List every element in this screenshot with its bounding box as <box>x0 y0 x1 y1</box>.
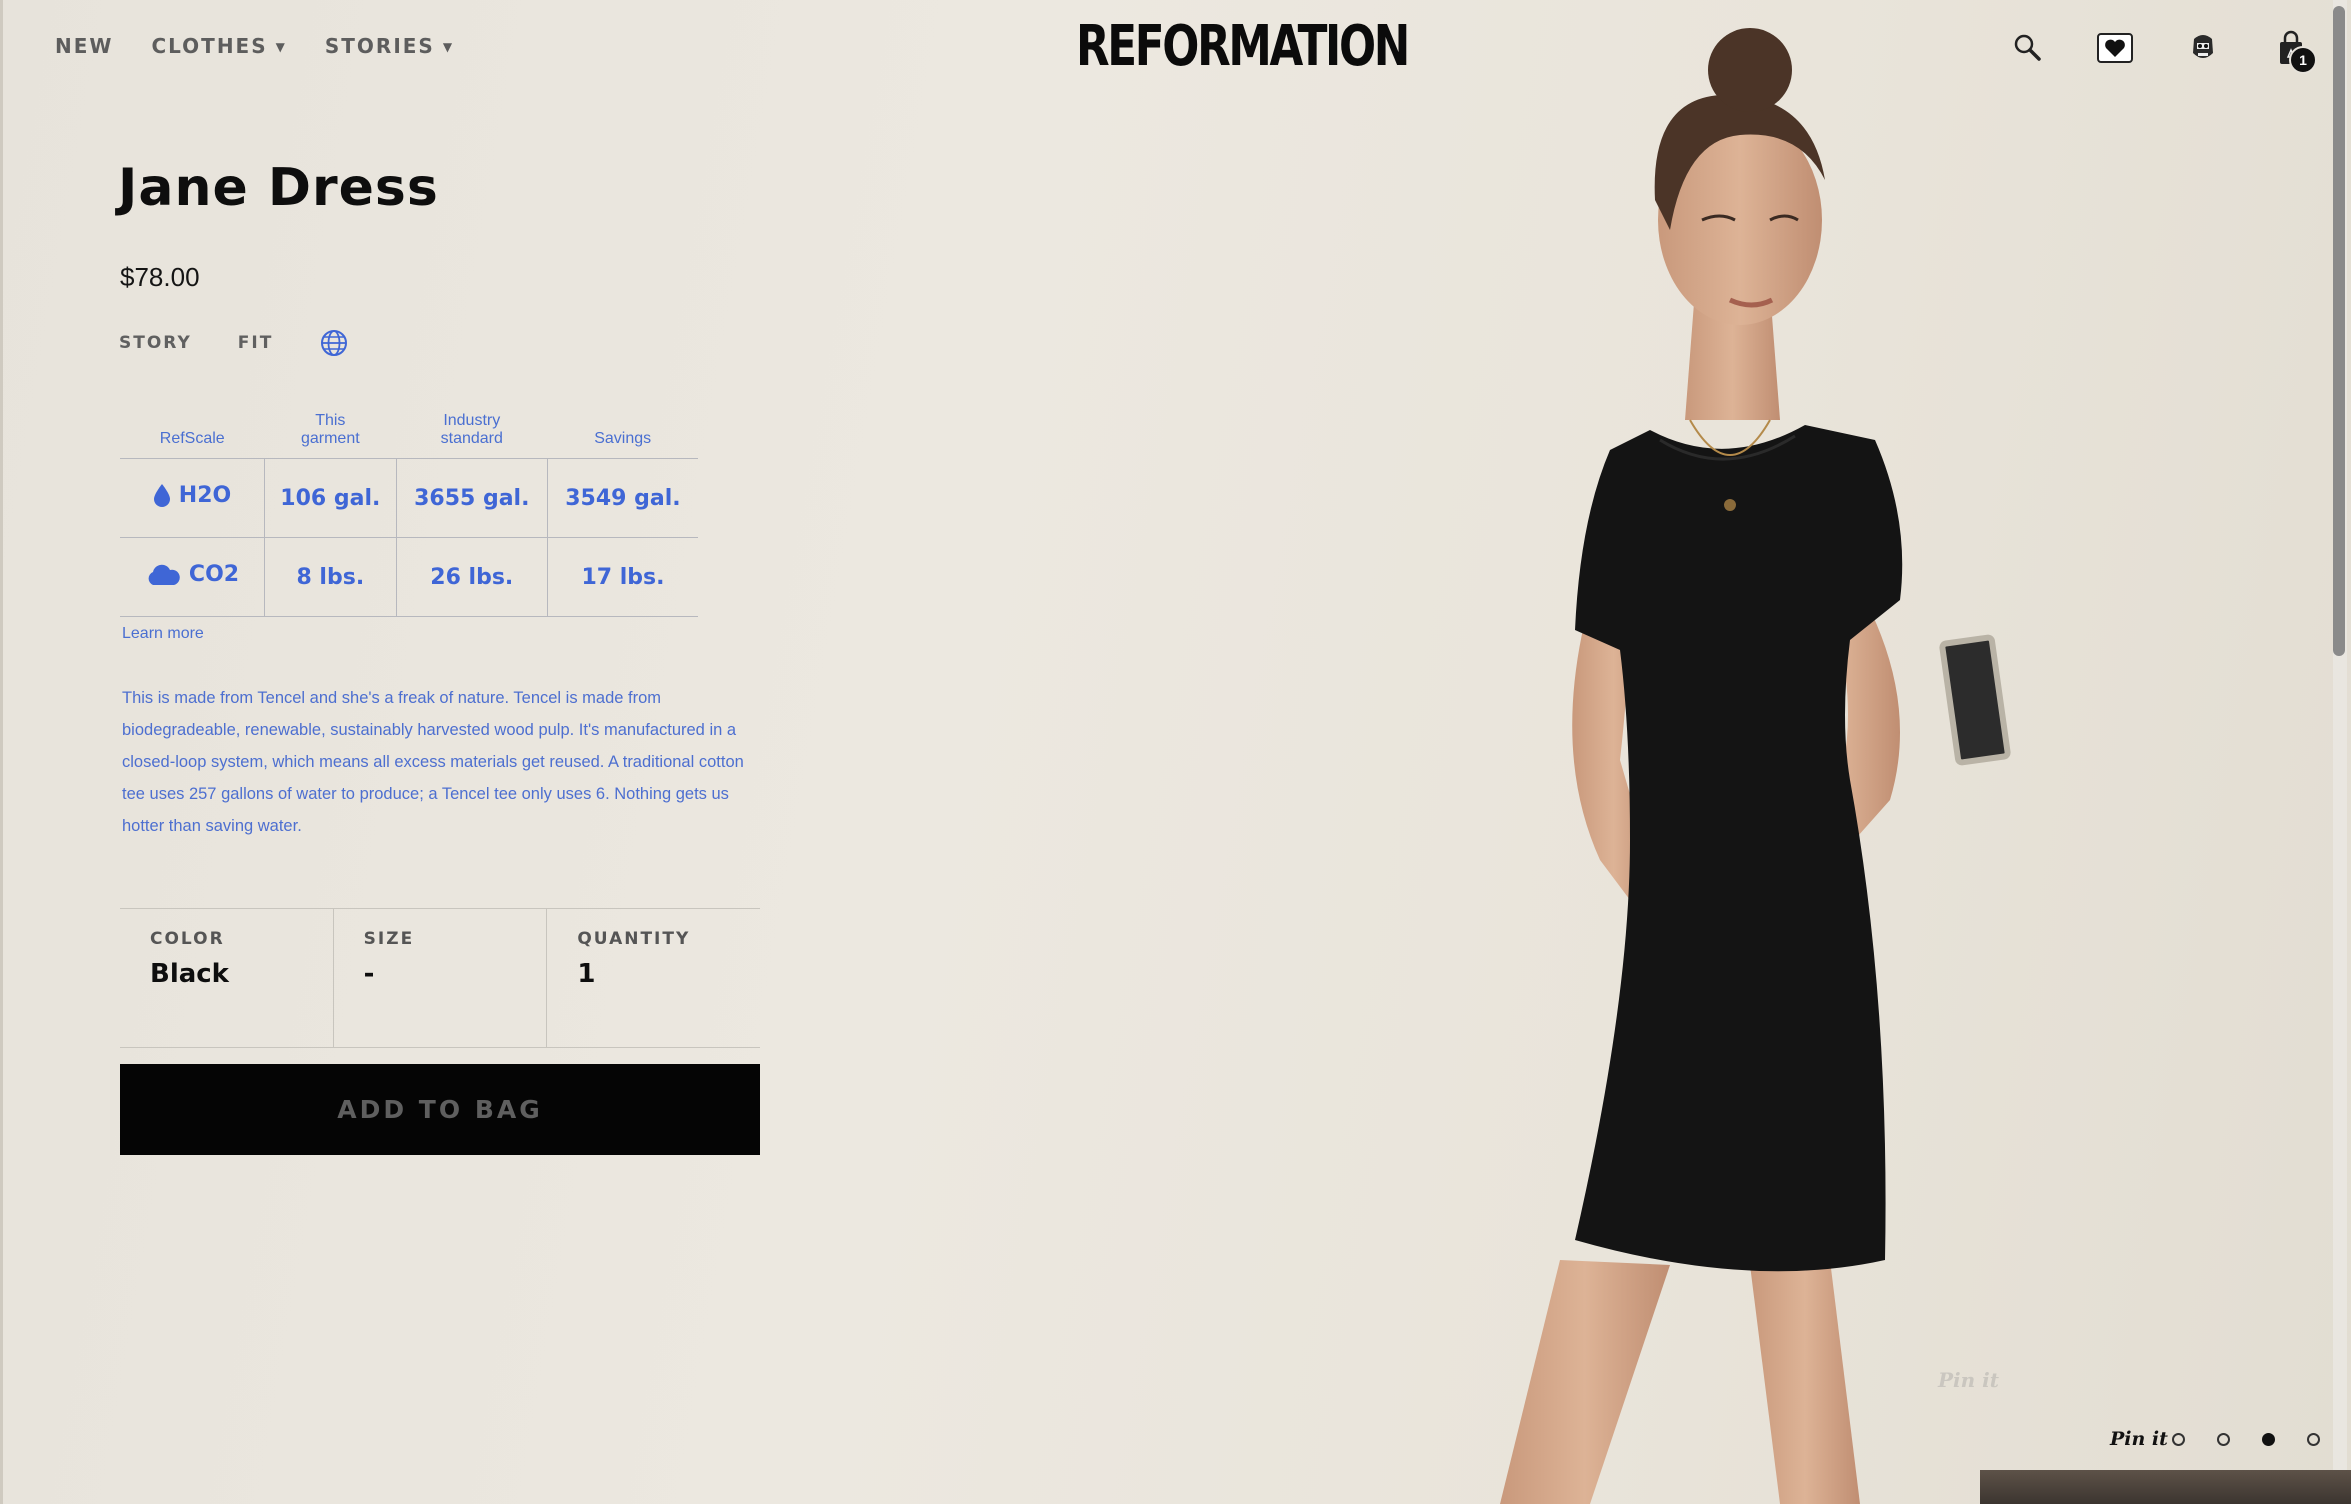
bag-icon[interactable]: 1 <box>2271 28 2317 74</box>
pin-it-overlay[interactable]: Pin it <box>1938 1368 1999 1392</box>
add-to-bag-button[interactable]: ADD TO BAG <box>120 1064 760 1155</box>
quantity-selector[interactable]: QUANTITY 1 <box>546 909 760 1047</box>
cloud-icon <box>148 564 180 585</box>
quantity-value: 1 <box>577 959 596 989</box>
pin-it-button[interactable]: Pin it <box>2110 1428 2168 1450</box>
color-value: Black <box>150 959 229 989</box>
gallery-dot[interactable] <box>2307 1433 2320 1446</box>
nav-new[interactable]: NEW <box>55 34 113 58</box>
product-model-photo <box>1500 28 2011 1504</box>
chevron-down-icon: ▼ <box>275 40 287 54</box>
tab-story[interactable]: STORY <box>119 333 192 353</box>
nav-stories[interactable]: STORIES ▼ <box>325 34 454 58</box>
refscale-row-co2: CO2 8 lbs. 26 lbs. 17 lbs. <box>120 537 698 617</box>
nav-new-label: NEW <box>55 34 114 58</box>
garment-value: 106 gal. <box>264 458 397 538</box>
gallery-dot[interactable] <box>2217 1433 2230 1446</box>
savings-value: 17 lbs. <box>546 537 698 617</box>
product-description: This is made from Tencel and she's a fre… <box>122 689 744 835</box>
metric-label: H2O <box>178 482 232 508</box>
water-drop-icon <box>153 484 170 508</box>
color-label: COLOR <box>150 929 225 949</box>
floor <box>1980 1470 2351 1504</box>
size-value: - <box>363 959 375 989</box>
refscale-header-industry: Industry standard <box>396 390 547 459</box>
gallery-dot-active[interactable] <box>2262 1433 2275 1446</box>
header-text: Industry standard <box>440 412 503 447</box>
product-tabs: STORY FIT <box>119 328 349 358</box>
gallery-dot[interactable] <box>2172 1433 2185 1446</box>
product-options: COLOR Black SIZE - QUANTITY 1 <box>120 908 760 1048</box>
chevron-down-icon: ▼ <box>442 40 455 54</box>
refscale-header-label: RefScale <box>159 430 225 447</box>
refscale-table: RefScale This garment Industry standard … <box>120 390 698 617</box>
savings-value: 3549 gal. <box>546 458 698 538</box>
refscale-header-garment: This garment <box>265 390 397 459</box>
scrollbar-thumb[interactable] <box>2333 6 2345 656</box>
refscale-row-h2o: H2O 106 gal. 3655 gal. 3549 gal. <box>120 458 698 538</box>
nav-stories-label: STORIES <box>324 34 435 58</box>
product-title: Jane Dress <box>118 158 439 218</box>
metric-label: CO2 <box>188 562 240 588</box>
size-label: SIZE <box>363 929 415 949</box>
gallery-pagination <box>2172 1433 2320 1446</box>
metric-cell: CO2 <box>120 537 265 617</box>
nav-clothes[interactable]: CLOTHES ▼ <box>151 34 286 58</box>
metric-cell: H2O <box>120 458 265 538</box>
refscale-header-savings: Savings <box>594 430 652 447</box>
garment-value: 8 lbs. <box>264 537 397 617</box>
globe-icon[interactable] <box>319 328 349 358</box>
size-selector[interactable]: SIZE - <box>332 909 547 1047</box>
color-selector[interactable]: COLOR Black <box>120 909 333 1047</box>
brand-logo[interactable]: REFORMATION <box>1076 12 1410 82</box>
learn-more-link[interactable]: Learn more <box>122 625 204 643</box>
product-price: $78.00 <box>120 262 200 292</box>
tab-fit[interactable]: FIT <box>238 333 274 353</box>
page-left-edge <box>0 0 3 1504</box>
main-nav: NEW CLOTHES ▼ STORIES ▼ <box>55 34 454 58</box>
header-text: This garment <box>300 412 360 447</box>
industry-value: 26 lbs. <box>395 537 548 617</box>
industry-value: 3655 gal. <box>395 458 548 538</box>
refscale-header-row: RefScale This garment Industry standard … <box>120 390 698 459</box>
account-icon[interactable] <box>2183 28 2223 68</box>
bag-count-badge: 1 <box>2289 46 2317 74</box>
nav-clothes-label: CLOTHES <box>151 34 268 58</box>
quantity-label: QUANTITY <box>577 929 691 949</box>
